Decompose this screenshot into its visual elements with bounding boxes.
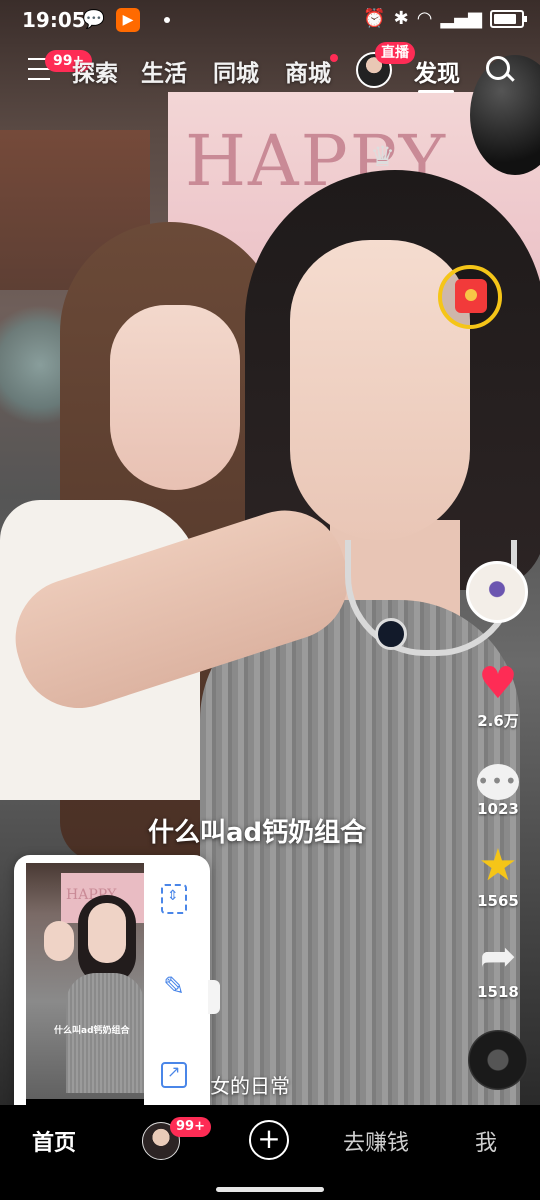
share-button[interactable]: ➦ 1518 <box>458 931 538 1002</box>
alarm-icon: ⏰ <box>363 8 386 29</box>
signal-icon: ▂▄▆ <box>440 8 482 29</box>
tab-nearby[interactable]: 同城 <box>213 54 259 88</box>
edit-screenshot-button[interactable]: ✎ <box>150 963 198 1011</box>
battery-level <box>494 13 516 24</box>
pendant <box>375 618 407 650</box>
notification-icons: 💬 ▶ <box>82 8 170 32</box>
tab-mall[interactable]: 商城 <box>285 54 331 88</box>
create-button[interactable]: + <box>249 1120 289 1160</box>
system-icons: ⏰ ✱ ◠ ▂▄▆ <box>363 8 527 29</box>
comment-icon: ••• <box>477 764 519 800</box>
share-icon: ➦ <box>479 931 517 982</box>
mall-notification-dot <box>330 54 338 62</box>
friends-badge: 99+ <box>170 1117 211 1137</box>
music-disc-icon[interactable] <box>468 1030 528 1090</box>
scroll-capture-button[interactable] <box>150 875 198 923</box>
search-icon[interactable] <box>486 56 510 80</box>
thumbnail-caption: 什么叫ad钙奶组合 <box>54 1026 130 1036</box>
popup-drag-handle[interactable] <box>208 980 220 1014</box>
video-description[interactable]: 女的日常 <box>210 1070 290 1099</box>
thumbnail-face-left <box>44 921 74 961</box>
wifi-icon: ◠ <box>416 8 433 29</box>
like-button[interactable]: ♥ 2.6万 <box>458 660 538 731</box>
favorite-count: 1565 <box>477 892 519 910</box>
screenshot-popup: HAPPY 什么叫ad钙奶组合 ✎ <box>14 855 210 1123</box>
author-avatar[interactable] <box>466 561 528 623</box>
star-icon: ★ <box>478 840 518 891</box>
home-indicator[interactable] <box>216 1187 324 1192</box>
battery-icon <box>490 9 527 28</box>
scroll-capture-icon <box>161 884 187 914</box>
top-nav: 99+ 探索 生活 同城 商城 直播 发现 <box>0 42 540 93</box>
like-count: 2.6万 <box>477 712 519 730</box>
bluetooth-icon: ✱ <box>393 8 409 29</box>
wechat-icon: 💬 <box>82 9 106 30</box>
tiara-icon: ♛ <box>370 140 396 173</box>
status-time: 19:05 <box>22 8 86 32</box>
tab-discover[interactable]: 发现 <box>414 54 460 88</box>
video-caption: 什么叫ad钙奶组合 <box>148 818 367 848</box>
tab-life[interactable]: 生活 <box>141 54 187 88</box>
share-screenshot-button[interactable] <box>150 1051 198 1099</box>
live-badge[interactable]: 直播 <box>375 42 415 64</box>
red-packet-icon[interactable] <box>455 279 487 313</box>
favorite-button[interactable]: ★ 1565 <box>458 840 538 911</box>
more-notifications-dot-icon <box>164 17 170 23</box>
bottom-nav: 首页 99+ + 去赚钱 我 <box>0 1105 540 1200</box>
nav-earn[interactable]: 去赚钱 <box>343 1125 409 1157</box>
share-count: 1518 <box>477 983 519 1001</box>
thumbnail-face-right <box>88 903 126 963</box>
screenshot-thumbnail[interactable]: HAPPY 什么叫ad钙奶组合 <box>26 863 144 1115</box>
external-share-icon <box>161 1062 187 1088</box>
active-tab-indicator <box>418 90 454 93</box>
comment-button[interactable]: ••• 1023 <box>458 750 538 818</box>
pen-icon: ✎ <box>163 972 185 1002</box>
nav-home[interactable]: 首页 <box>32 1125 76 1157</box>
screenshot-tools: ✎ <box>150 875 198 1139</box>
kuaishou-icon: ▶ <box>116 8 140 32</box>
heart-icon: ♥ <box>478 658 518 709</box>
nav-me[interactable]: 我 <box>475 1125 497 1157</box>
person-left-face <box>110 305 240 490</box>
tab-explore[interactable]: 探索 <box>72 54 118 88</box>
comment-count: 1023 <box>477 800 519 818</box>
status-bar: 19:05 💬 ▶ ⏰ ✱ ◠ ▂▄▆ <box>0 0 540 40</box>
